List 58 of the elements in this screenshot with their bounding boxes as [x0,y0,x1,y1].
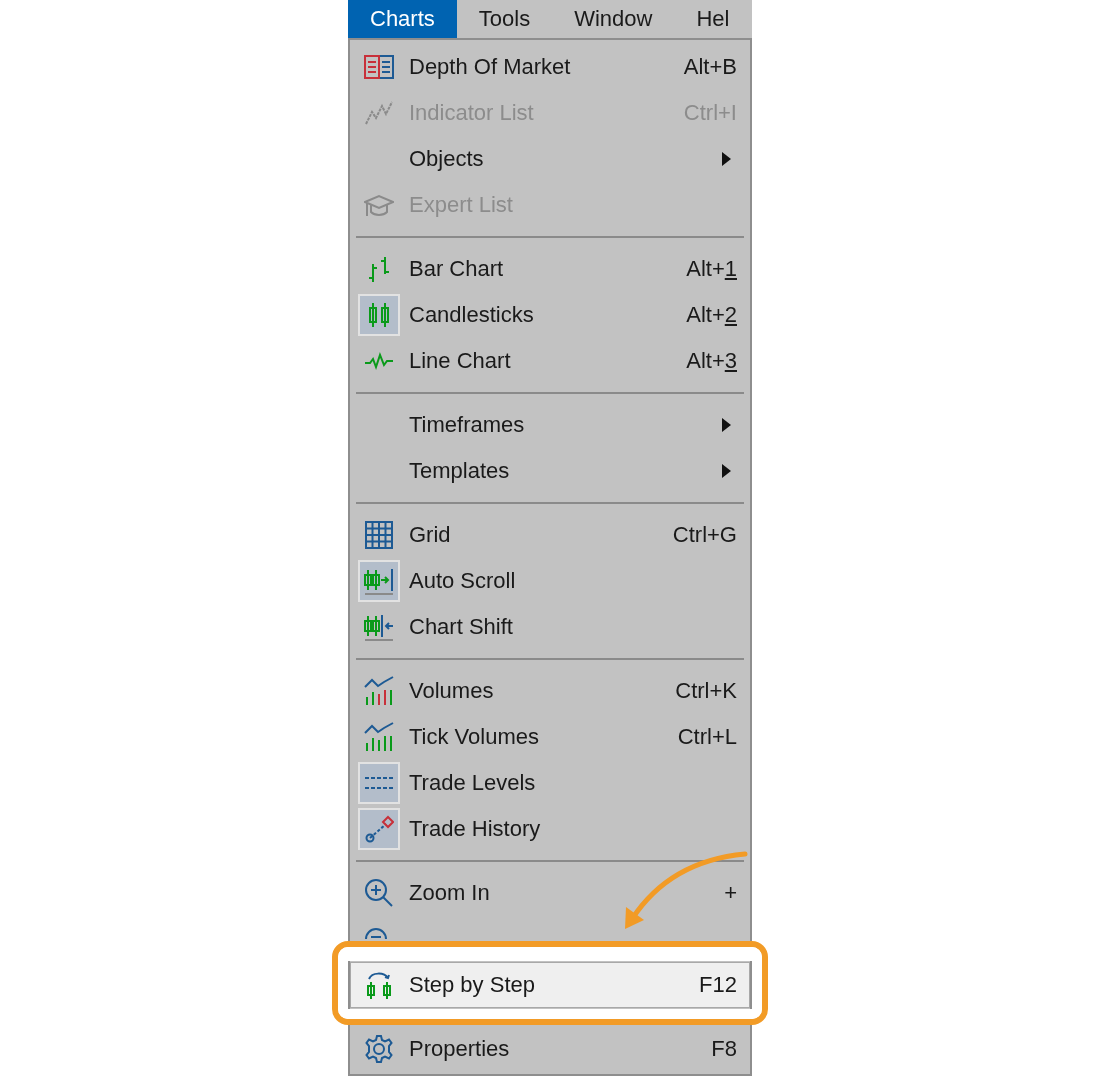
menu-item[interactable]: Bar Chart Alt+1 [350,246,750,292]
shortcut-text: Alt+B [683,54,737,80]
menu-item-label: Step by Step [409,972,536,998]
menu-bar-item[interactable]: Window [552,0,675,38]
volume-bars-icon [364,722,394,752]
menu-item[interactable]: Properties F8 [350,1026,750,1072]
candles-arrow-icon [364,566,394,596]
shortcut-text: Ctrl+G [672,522,737,548]
menu-item-label: Objects [409,146,485,172]
menu-item-label: Grid [409,522,452,548]
menu-item[interactable]: Candlesticks Alt+2 [350,292,750,338]
menu-item[interactable]: Zoom In + [350,870,750,916]
menu-bar-item[interactable]: Hel [674,0,752,38]
menu-item[interactable]: Trade History [350,806,750,852]
menu-item-label: Auto Scroll [409,568,517,594]
menu-item-label: Depth Of Market [409,54,572,80]
menu-item-label: Timeframes [409,412,526,438]
menu-item[interactable]: Objects [350,136,750,182]
zoom-in-icon [364,878,394,908]
menu-item-label: Properties [409,1036,511,1062]
shortcut-text: F12 [699,972,737,998]
menu-item-label: Zoom In [409,880,491,906]
menu-item-label: Trade Levels [409,770,537,796]
menu-item-label: Templates [409,458,511,484]
menu-item[interactable]: Timeframes [350,402,750,448]
volume-bars-icon [364,676,394,706]
grid-icon [364,520,394,550]
menu-item[interactable]: Tick Volumes Ctrl+L [350,714,750,760]
list-icon [364,52,394,82]
menu-item-label: Candlesticks [409,302,535,328]
menu-item[interactable]: Templates [350,448,750,494]
candles-arrow-icon [364,970,394,1000]
menu-item[interactable]: Line Chart Alt+3 [350,338,750,384]
candles-arrow-icon [364,612,394,642]
menu-item[interactable]: Depth Of Market Alt+B [350,44,750,90]
menu-item-label: Tick Volumes [409,724,540,750]
menu-item-label: Line Chart [409,348,512,374]
menu-item-label: Volumes [409,678,495,704]
menu-item[interactable]: Step by Step F12 [350,962,750,1008]
shortcut-text: Alt+2 [686,302,737,328]
menu-bar-item[interactable]: Charts [348,0,457,38]
shortcut-text: Ctrl+K [675,678,737,704]
menu-item-label: Chart Shift [409,614,514,640]
menu-item[interactable]: Volumes Ctrl+K [350,668,750,714]
settings-icon [364,1034,394,1064]
menu-item-label: Bar Chart [409,256,505,282]
menu-item[interactable]: Trade Levels [350,760,750,806]
shortcut-text: + [724,880,737,906]
shortcut-text: Ctrl+L [677,724,737,750]
shortcut-text: F8 [711,1036,737,1062]
menu-item[interactable]: Grid Ctrl+G [350,512,750,558]
shortcut-text: Alt+1 [686,256,737,282]
menu-item[interactable]: Chart Shift [350,604,750,650]
dotted-trend-icon [364,814,394,844]
menu-item[interactable]: Auto Scroll [350,558,750,604]
shortcut-text: Alt+3 [686,348,737,374]
menu-item-label: Trade History [409,816,542,842]
menu-bar-item[interactable]: Tools [456,0,553,38]
